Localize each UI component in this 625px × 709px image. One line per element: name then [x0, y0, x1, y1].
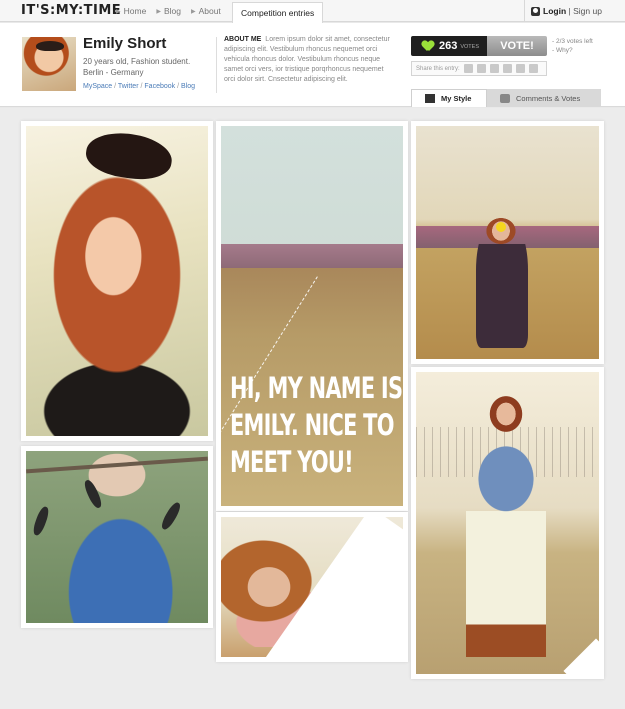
field-standing-photo	[416, 126, 599, 359]
delicious-icon[interactable]	[515, 64, 525, 73]
girl	[466, 387, 546, 657]
link-myspace[interactable]: MySpace	[83, 83, 112, 90]
why-link[interactable]: - Why?	[552, 46, 593, 55]
user-icon	[531, 6, 540, 16]
birds-photo	[26, 451, 208, 623]
signup-link[interactable]: Sign up	[573, 6, 602, 16]
site-logo[interactable]: IT'S:MY:TIME	[21, 3, 121, 18]
tab-competition-entries[interactable]: Competition entries	[232, 2, 324, 23]
auth-separator: |	[568, 6, 571, 16]
top-navigation-bar: IT'S:MY:TIME ▶ Home ▶ Blog ▶ About Competit…	[0, 0, 625, 23]
flower	[496, 222, 506, 232]
login-link[interactable]: Login	[543, 6, 566, 16]
play-arrow-icon: ▶	[116, 8, 121, 15]
gallery-photo-6[interactable]	[411, 367, 604, 679]
about-label: ABOUT ME	[224, 36, 262, 43]
gallery-photo-3[interactable]: HI, MY NAME IS EMILY. NICE TO MEET YOU!	[216, 121, 408, 511]
votes-left: - 2/3 votes left	[552, 38, 593, 45]
nav-item-about[interactable]: ▶ About	[191, 6, 221, 16]
facebook-icon[interactable]	[489, 64, 499, 73]
tab-comments-label: Comments & Votes	[516, 93, 581, 103]
link-separator: /	[177, 83, 180, 90]
girl	[476, 218, 528, 348]
nav-item-blog[interactable]: ▶ Blog	[156, 6, 181, 16]
hat	[83, 128, 175, 184]
bird	[31, 505, 51, 537]
portrait-hat-photo	[26, 126, 208, 436]
intro-headline: HI, MY NAME IS EMILY. NICE TO MEET YOU!	[230, 371, 403, 479]
content-tabs: My Style Comments & Votes	[411, 89, 601, 107]
gallery-photo-4[interactable]	[216, 512, 408, 662]
photo-gallery: HI, MY NAME IS EMILY. NICE TO MEET YOU!	[0, 108, 625, 709]
link-separator: /	[114, 83, 117, 90]
full-outfit-photo	[416, 372, 599, 674]
profile-name: Emily Short	[83, 35, 167, 52]
nav-blog-label: Blog	[163, 6, 181, 16]
avatar	[22, 37, 76, 91]
myspace-icon[interactable]	[476, 64, 486, 73]
vote-button[interactable]: VOTE!	[487, 36, 547, 56]
tree-line	[221, 244, 403, 268]
link-twitter[interactable]: Twitter	[118, 83, 139, 90]
play-arrow-icon: ▶	[156, 8, 161, 15]
vote-count: 263	[439, 40, 458, 52]
google-icon[interactable]	[528, 64, 538, 73]
share-bar: Share this entry:	[411, 61, 547, 76]
vote-counter: 263 VOTES	[411, 36, 487, 56]
branch	[26, 456, 208, 474]
profile-location: Berlin - Germany	[83, 68, 144, 77]
link-separator: /	[140, 83, 143, 90]
profile-age-occupation: 20 years old, Fashion student.	[83, 57, 191, 66]
field-intro-photo: HI, MY NAME IS EMILY. NICE TO MEET YOU!	[221, 126, 403, 506]
profile-info: 20 years old, Fashion student. Berlin - …	[83, 56, 190, 78]
bird	[82, 478, 104, 510]
twitter-icon[interactable]	[463, 64, 473, 73]
folded-corner	[563, 638, 599, 674]
profile-header: Emily Short 20 years old, Fashion studen…	[0, 23, 625, 107]
tab-comments-votes[interactable]: Comments & Votes	[487, 89, 601, 107]
tab-my-style[interactable]: My Style	[411, 89, 487, 107]
about-text: Lorem ipsum dolor sit amet, consectetur …	[224, 36, 390, 83]
link-blog[interactable]: Blog	[181, 83, 195, 90]
tab-my-style-label: My Style	[441, 94, 472, 103]
vote-info: - 2/3 votes left - Why?	[552, 37, 593, 55]
email-icon[interactable]	[502, 64, 512, 73]
header-divider	[216, 37, 217, 93]
comment-icon	[500, 93, 510, 103]
main-nav: ▶ Home ▶ Blog ▶ About	[116, 0, 231, 22]
gallery-icon	[425, 94, 435, 103]
nav-about-label: About	[198, 6, 221, 16]
gallery-photo-1[interactable]	[21, 121, 213, 441]
nav-item-home[interactable]: ▶ Home	[116, 6, 146, 16]
link-facebook[interactable]: Facebook	[144, 83, 175, 90]
gallery-photo-2[interactable]	[21, 446, 213, 628]
about-me: ABOUT ME Lorem ipsum dolor sit amet, con…	[224, 35, 396, 85]
heart-icon	[422, 41, 434, 51]
gallery-photo-5[interactable]	[411, 121, 604, 364]
profile-links: MySpace / Twitter / Facebook / Blog	[83, 83, 195, 90]
vote-count-label: VOTES	[460, 44, 480, 50]
bird	[159, 500, 183, 532]
play-arrow-icon: ▶	[190, 8, 196, 15]
nav-home-label: Home	[123, 6, 147, 16]
reading-photo	[221, 517, 403, 657]
auth-area: Login | Sign up	[524, 0, 625, 22]
share-label: Share this entry:	[416, 65, 460, 72]
